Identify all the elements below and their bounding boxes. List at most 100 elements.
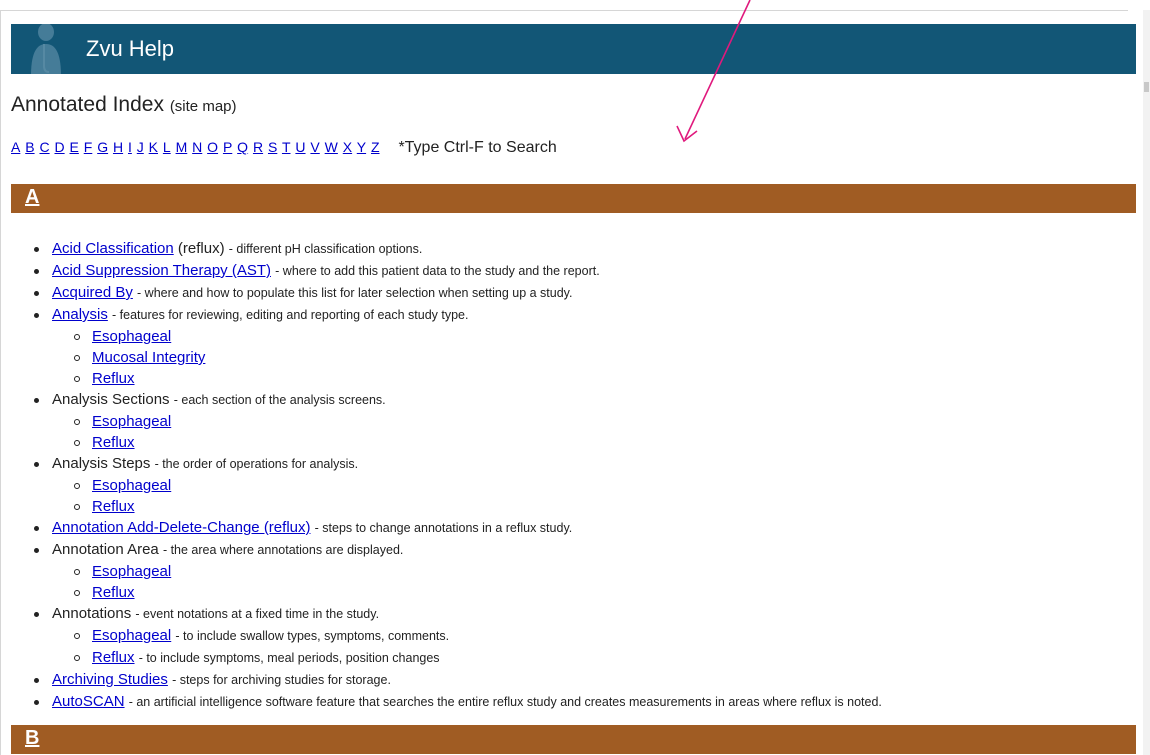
index-heading-annotations: Annotations — [52, 605, 132, 622]
index-item-annotation-area: Annotation Area - the area where annotat… — [30, 539, 882, 561]
index-subitem-annotations-esophageal: Esophageal - to include swallow types, s… — [30, 625, 882, 647]
alphabet-link-t[interactable]: T — [282, 139, 291, 155]
alphabet-link-c[interactable]: C — [39, 139, 49, 155]
index-item-autoscan: AutoSCAN - an artificial intelligence so… — [30, 691, 882, 713]
index-subitem-annotations-reflux: Reflux - to include symptoms, meal perio… — [30, 647, 882, 669]
alphabet-link-h[interactable]: H — [113, 139, 123, 155]
alphabet-link-u[interactable]: U — [295, 139, 305, 155]
index-link-analysis[interactable]: Analysis — [52, 306, 108, 323]
alphabet-links: A B C D E F G H I J K L M N O P Q R S T … — [11, 139, 381, 155]
index-subitem-annotation-area-reflux: Reflux — [30, 582, 882, 603]
alphabet-link-q[interactable]: Q — [237, 139, 248, 155]
alphabet-link-n[interactable]: N — [192, 139, 202, 155]
alphabet-link-o[interactable]: O — [207, 139, 218, 155]
scrollbar-thumb[interactable] — [1144, 82, 1149, 92]
alphabet-link-r[interactable]: R — [253, 139, 263, 155]
index-sublink-esophageal[interactable]: Esophageal — [92, 563, 171, 580]
index-description: - steps for archiving studies for storag… — [172, 673, 391, 687]
alphabet-link-f[interactable]: F — [84, 139, 93, 155]
index-sublink-esophageal[interactable]: Esophageal — [92, 477, 171, 494]
index-description: - the area where annotations are display… — [162, 543, 404, 557]
alphabet-link-b[interactable]: B — [25, 139, 34, 155]
index-subitem-analysis-esophageal: Esophageal — [30, 326, 882, 347]
index-subitem-analysis-sections-reflux: Reflux — [30, 432, 882, 453]
alphabet-link-i[interactable]: I — [128, 139, 132, 155]
index-item-analysis: Analysis - features for reviewing, editi… — [30, 304, 882, 326]
index-item-annotation-add-delete-change-reflux: Annotation Add-Delete-Change (reflux) - … — [30, 517, 882, 539]
index-link-acid-classification[interactable]: Acid Classification — [52, 240, 174, 257]
index-sublink-reflux[interactable]: Reflux — [92, 370, 135, 387]
alphabet-link-m[interactable]: M — [176, 139, 188, 155]
index-description: - where and how to populate this list fo… — [137, 286, 573, 300]
section-letter-b[interactable]: B — [25, 727, 39, 750]
index-item-acid-suppression-therapy-ast: Acid Suppression Therapy (AST) - where t… — [30, 260, 882, 282]
alphabet-link-g[interactable]: G — [97, 139, 108, 155]
section-header-b: B — [11, 725, 1136, 754]
help-title: Zvu Help — [86, 36, 175, 61]
index-sublink-reflux[interactable]: Reflux — [92, 434, 135, 451]
index-link-acid-suppression-therapy-ast[interactable]: Acid Suppression Therapy (AST) — [52, 262, 271, 279]
index-sublink-reflux[interactable]: Reflux — [92, 584, 135, 601]
help-header-banner: Zvu Help — [11, 24, 1136, 74]
page-title-text: Annotated Index — [11, 93, 164, 116]
index-qualifier: (reflux) — [177, 240, 225, 257]
alphabet-link-y[interactable]: Y — [357, 139, 366, 155]
index-item-analysis-sections: Analysis Sections - each section of the … — [30, 389, 882, 411]
index-item-acquired-by: Acquired By - where and how to populate … — [30, 282, 882, 304]
page-title: Annotated Index (site map) — [11, 93, 237, 117]
index-sublink-reflux[interactable]: Reflux — [92, 649, 135, 666]
index-heading-analysis-sections: Analysis Sections — [52, 391, 170, 408]
alphabet-link-a[interactable]: A — [11, 139, 20, 155]
alphabet-nav: A B C D E F G H I J K L M N O P Q R S T … — [11, 139, 557, 157]
index-subitem-analysis-steps-reflux: Reflux — [30, 496, 882, 517]
alphabet-link-x[interactable]: X — [343, 139, 352, 155]
alphabet-link-s[interactable]: S — [268, 139, 277, 155]
index-sublink-esophageal[interactable]: Esophageal — [92, 413, 171, 430]
index-description: - different pH classification options. — [228, 242, 423, 256]
index-description: - steps to change annotations in a reflu… — [314, 521, 573, 535]
index-item-acid-classification: Acid Classification (reflux) - different… — [30, 238, 882, 260]
index-item-annotations: Annotations - event notations at a fixed… — [30, 603, 882, 625]
index-link-annotation-add-delete-change-reflux[interactable]: Annotation Add-Delete-Change (reflux) — [52, 519, 311, 536]
index-subitem-analysis-reflux: Reflux — [30, 368, 882, 389]
vertical-scrollbar[interactable] — [1143, 10, 1150, 755]
index-description: - where to add this patient data to the … — [275, 264, 600, 278]
index-heading-analysis-steps: Analysis Steps — [52, 455, 151, 472]
alphabet-link-p[interactable]: P — [223, 139, 232, 155]
index-item-analysis-steps: Analysis Steps - the order of operations… — [30, 453, 882, 475]
alphabet-link-j[interactable]: J — [137, 139, 144, 155]
index-description: - an artificial intelligence software fe… — [128, 695, 882, 709]
anatomy-logo-icon — [31, 24, 61, 74]
alphabet-link-v[interactable]: V — [310, 139, 319, 155]
index-subitem-analysis-mucosal-integrity: Mucosal Integrity — [30, 347, 882, 368]
index-link-archiving-studies[interactable]: Archiving Studies — [52, 671, 168, 688]
alphabet-link-w[interactable]: W — [325, 139, 338, 155]
index-description: - features for reviewing, editing and re… — [112, 308, 469, 322]
index-subdescription: - to include swallow types, symptoms, co… — [175, 629, 450, 643]
alphabet-link-d[interactable]: D — [54, 139, 64, 155]
index-link-acquired-by[interactable]: Acquired By — [52, 284, 133, 301]
index-sublink-esophageal[interactable]: Esophageal — [92, 328, 171, 345]
index-link-autoscan[interactable]: AutoSCAN — [52, 693, 125, 710]
index-sublink-mucosal-integrity[interactable]: Mucosal Integrity — [92, 349, 205, 366]
section-header-a: A — [11, 184, 1136, 213]
index-description: - event notations at a fixed time in the… — [135, 607, 380, 621]
index-description: - each section of the analysis screens. — [173, 393, 386, 407]
page-subtitle: (site map) — [169, 98, 237, 115]
alphabet-link-z[interactable]: Z — [371, 139, 380, 155]
section-letter-a[interactable]: A — [25, 186, 39, 209]
index-subitem-analysis-sections-esophageal: Esophageal — [30, 411, 882, 432]
index-subitem-analysis-steps-esophageal: Esophageal — [30, 475, 882, 496]
index-description: - the order of operations for analysis. — [154, 457, 359, 471]
alphabet-link-l[interactable]: L — [163, 139, 171, 155]
index-sublink-esophageal[interactable]: Esophageal — [92, 627, 171, 644]
alphabet-link-e[interactable]: E — [70, 139, 79, 155]
index-subdescription: - to include symptoms, meal periods, pos… — [138, 651, 440, 665]
index-item-archiving-studies: Archiving Studies - steps for archiving … — [30, 669, 882, 691]
index-list-a: Acid Classification (reflux) - different… — [30, 238, 882, 713]
index-subitem-annotation-area-esophageal: Esophageal — [30, 561, 882, 582]
alphabet-link-k[interactable]: K — [149, 139, 158, 155]
search-hint: *Type Ctrl-F to Search — [398, 139, 557, 156]
index-sublink-reflux[interactable]: Reflux — [92, 498, 135, 515]
index-heading-annotation-area: Annotation Area — [52, 541, 159, 558]
